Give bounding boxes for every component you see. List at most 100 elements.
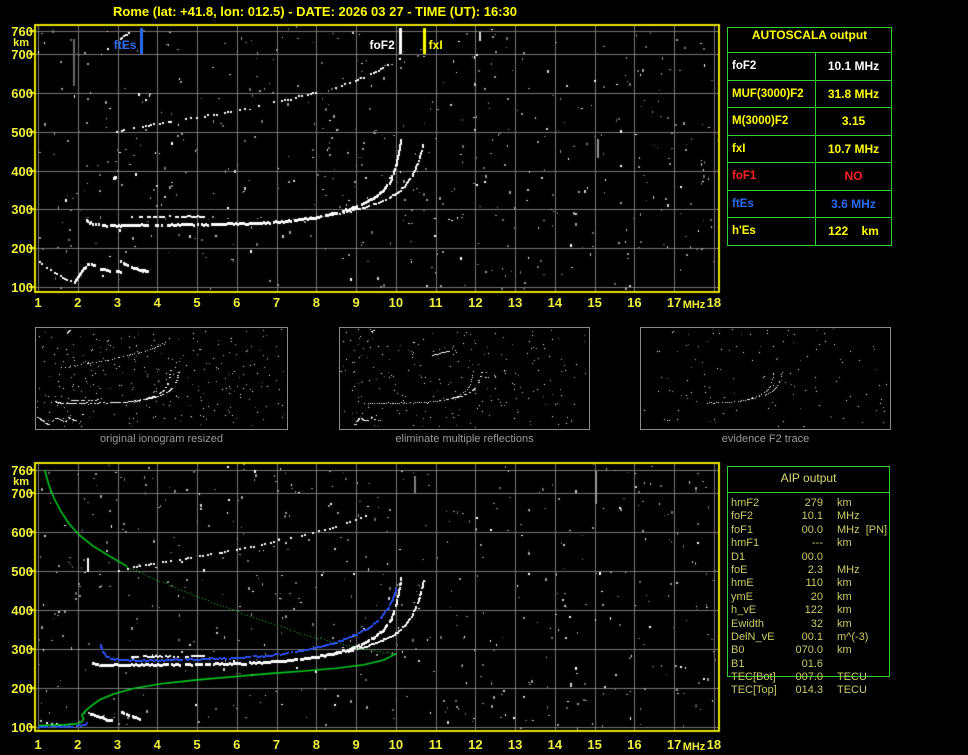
thumbnail-original-canvas <box>36 328 287 429</box>
aip-aiplabel-TEC[Bot]: TEC[Bot] <box>731 671 776 684</box>
aip-aipunit-B1 <box>823 658 889 671</box>
thumbnail-f2-trace <box>640 327 891 430</box>
top-ionogram-y-axis-unit: km <box>13 37 29 49</box>
autoscala-row-foF2: foF2 10.1 MHz <box>728 53 891 81</box>
top-ionogram-x-tick-label: 13 <box>507 295 523 310</box>
autoscala-row-MUF(3000)F2: MUF(3000)F2 31.8 MHz <box>728 80 891 108</box>
aip-aiplabel-hmF2: hmF2 <box>731 497 760 509</box>
top-ionogram-y-tick-label: 700 <box>11 47 33 63</box>
bottom-ionogram-x-tick-label: 8 <box>312 737 320 752</box>
aip-aiplabel-TEC[Top]: TEC[Top] <box>731 684 777 697</box>
autoscala-param-label: foF2 <box>728 53 816 80</box>
top-ionogram-x-tick-label: 5 <box>193 295 201 310</box>
autoscala-param-value: 10.1 MHz <box>827 59 880 73</box>
aip-aipval-hmF1: --- <box>812 537 823 550</box>
autoscala-param-value: 122 km <box>828 224 879 238</box>
autoscala-rows: foF2 10.1 MHz MUF(3000)F2 31.8 MHz M(3000)F2… <box>728 53 891 245</box>
aip-aipval-h_vE: 122 <box>804 604 823 617</box>
top-ionogram-x-tick-label: 1 <box>34 295 42 310</box>
aip-aiplabel-hmE: hmE <box>731 577 754 590</box>
top-ionogram-x-tick-label: 3 <box>113 295 122 310</box>
aip-aiplabel-foE: foE <box>731 563 748 576</box>
aip-aipunit-B0: km <box>837 644 852 657</box>
aip-aipunit-foE: MHz <box>837 563 860 576</box>
aip-aiplabel-h_vE: h_vE <box>731 604 757 617</box>
caption-eliminate-reflections: eliminate multiple reflections <box>395 433 534 445</box>
autoscala-row-ftEs: ftEs 3.6 MHz <box>728 190 891 218</box>
top-ionogram-x-tick-label: 15 <box>587 295 602 310</box>
marker-label-ftEs: ftEs <box>113 38 137 52</box>
bottom-ionogram-y-tick-label: 400 <box>11 603 33 619</box>
autoscala-screen: Rome (lat: +41.8, lon: 012.5) - DATE: 20… <box>0 0 968 755</box>
autoscala-table: AUTOSCALA output foF2 10.1 MHz MUF(3000)F2… <box>727 27 892 246</box>
aip-aipval-foE: 2.3 <box>807 563 823 576</box>
aip-aipunit-TEC[Top]: TECU <box>837 684 867 697</box>
thumbnail-original-ionogram <box>35 327 288 430</box>
aip-aipunit-foF1: MHz [PN] <box>837 523 888 536</box>
aip-aipunit-Ewidth: km <box>837 617 852 630</box>
thumbnail-f2-canvas <box>641 328 890 429</box>
aip-aipval-TEC[Top]: 014.3 <box>795 684 823 697</box>
bottom-ionogram-x-tick-label: 16 <box>627 737 642 752</box>
bottom-ionogram-x-tick-label: 12 <box>468 737 483 752</box>
aip-aipval-foF1: 00.0 <box>801 523 823 536</box>
top-ionogram-x-tick-label: 8 <box>312 295 320 310</box>
aip-aipunit-TEC[Bot]: TECU <box>837 671 867 684</box>
top-ionogram-y-tick-label: 400 <box>11 163 33 179</box>
autoscala-param-label: fxI <box>728 135 816 162</box>
autoscala-param-label: h'Es <box>728 218 816 245</box>
bottom-ionogram-x-tick-label: 10 <box>388 737 404 752</box>
top-ionogram-y-tick-label: 500 <box>11 124 33 140</box>
aip-aipval-foF2: 10.1 <box>801 510 823 523</box>
bottom-ionogram-x-tick-label: 13 <box>507 737 523 752</box>
autoscala-param-value: 3.15 <box>841 114 866 128</box>
aip-aipval-Ewidth: 32 <box>810 617 823 630</box>
aip-aipval-TEC[Bot]: 007.0 <box>795 671 823 684</box>
top-ionogram-x-tick-label: 9 <box>352 295 360 310</box>
autoscala-param-value: 3.6 MHz <box>831 196 876 211</box>
top-ionogram-x-tick-label: 7 <box>272 295 281 310</box>
top-ionogram-x-tick-label: 2 <box>74 295 82 310</box>
autoscala-param-label: MUF(3000)F2 <box>728 80 816 107</box>
bottom-ionogram-x-tick-label: 4 <box>153 737 161 752</box>
bottom-ionogram-x-tick-label: 2 <box>74 737 82 752</box>
aip-aiplabel-D1: D1 <box>731 550 746 563</box>
caption-f2-trace: evidence F2 trace <box>721 433 810 445</box>
aip-aipval-hmE: 110 <box>805 577 823 590</box>
top-ionogram-y-tick-label: 200 <box>11 241 33 257</box>
bottom-ionogram-y-tick-label: 600 <box>11 525 33 541</box>
bottom-ionogram-y-tick-label: 200 <box>11 681 33 697</box>
top-ionogram-y-tick-label: 100 <box>11 280 33 295</box>
top-ionogram-x-tick-label: 12 <box>468 295 483 310</box>
autoscala-row-fxI: fxI 10.7 MHz <box>728 135 891 163</box>
bottom-ionogram-x-tick-label: 1 <box>34 737 42 752</box>
top-ionogram-x-tick-label: 4 <box>153 295 161 310</box>
aip-aiplabel-ymE: ymE <box>731 590 753 603</box>
bottom-ionogram-y-axis-unit: km <box>13 476 29 488</box>
bottom-ionogram-y-tick-label: 100 <box>11 720 33 735</box>
bottom-ionogram-x-tick-label: 15 <box>587 737 602 752</box>
aip-aipunit-h_vE: km <box>837 604 852 617</box>
bottom-ionogram-x-tick-label: 5 <box>193 737 201 752</box>
aip-aipunit-ymE: km <box>837 590 852 603</box>
bottom-ionogram-y-tick-label: 300 <box>11 642 33 658</box>
top-ionogram-y-tick-label: 300 <box>11 202 33 218</box>
top-ionogram-x-tick-label: 6 <box>233 295 241 310</box>
aip-aipval-D1: 00.0 <box>801 550 823 563</box>
autoscala-param-label: M(3000)F2 <box>728 108 816 135</box>
page-title: Rome (lat: +41.8, lon: 012.5) - DATE: 20… <box>113 4 517 19</box>
bottom-ionogram-y-tick-label: 700 <box>11 486 33 502</box>
top-ionogram-y-tick-label: 600 <box>11 86 33 102</box>
bottom-ionogram-x-axis-unit: MHz <box>682 741 706 753</box>
top-ionogram-x-tick-label: 14 <box>547 295 563 310</box>
marker-label-fxI: fxI <box>428 38 443 52</box>
bottom-ionogram-canvas <box>25 456 725 740</box>
bottom-ionogram-x-tick-label: 6 <box>233 737 241 752</box>
aip-aiplabel-hmF1: hmF1 <box>731 537 760 550</box>
aip-aiplabel-B0: B0 <box>731 644 745 657</box>
aip-aiplabel-foF1: foF1 <box>731 523 754 536</box>
autoscala-param-label: foF1 <box>728 163 816 190</box>
bottom-ionogram-x-tick-label: 3 <box>113 737 122 752</box>
aip-aiplabel-foF2: foF2 <box>731 510 754 523</box>
aip-aipval-hmF2: 279 <box>804 497 823 509</box>
